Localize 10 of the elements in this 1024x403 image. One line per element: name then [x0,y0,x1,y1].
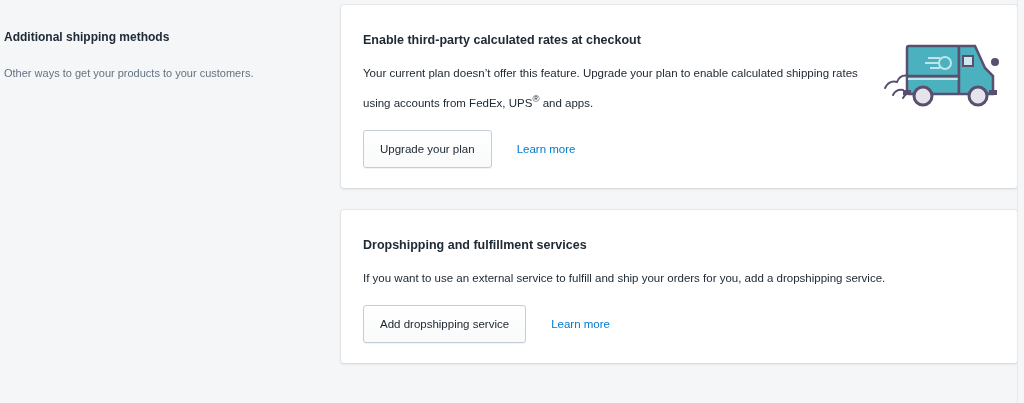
card-description: Your current plan doesn’t offer this feature. Upgrade your plan to enable calculated shipping rates using accounts from FedEx, UPS$^{®}$ and apps. [363,66,859,111]
learn-more-link[interactable]: Learn more [551,317,610,330]
action-button[interactable]: Upgrade your plan [363,129,492,168]
card-description: If you want to use an external service to fulfill and ship your orders for you, add a dropshipping service. [363,270,887,286]
card-title: Dropshipping and fulfillment services [363,237,588,252]
card-title: Enable third-party calculated rates at checkout [363,33,642,47]
section-description: Other ways to get your products to your customers. [4,67,255,79]
section-title: Additional shipping methods [4,30,171,44]
action-button[interactable]: Add dropshipping service [363,304,527,343]
learn-more-link[interactable]: Learn more [516,142,576,155]
